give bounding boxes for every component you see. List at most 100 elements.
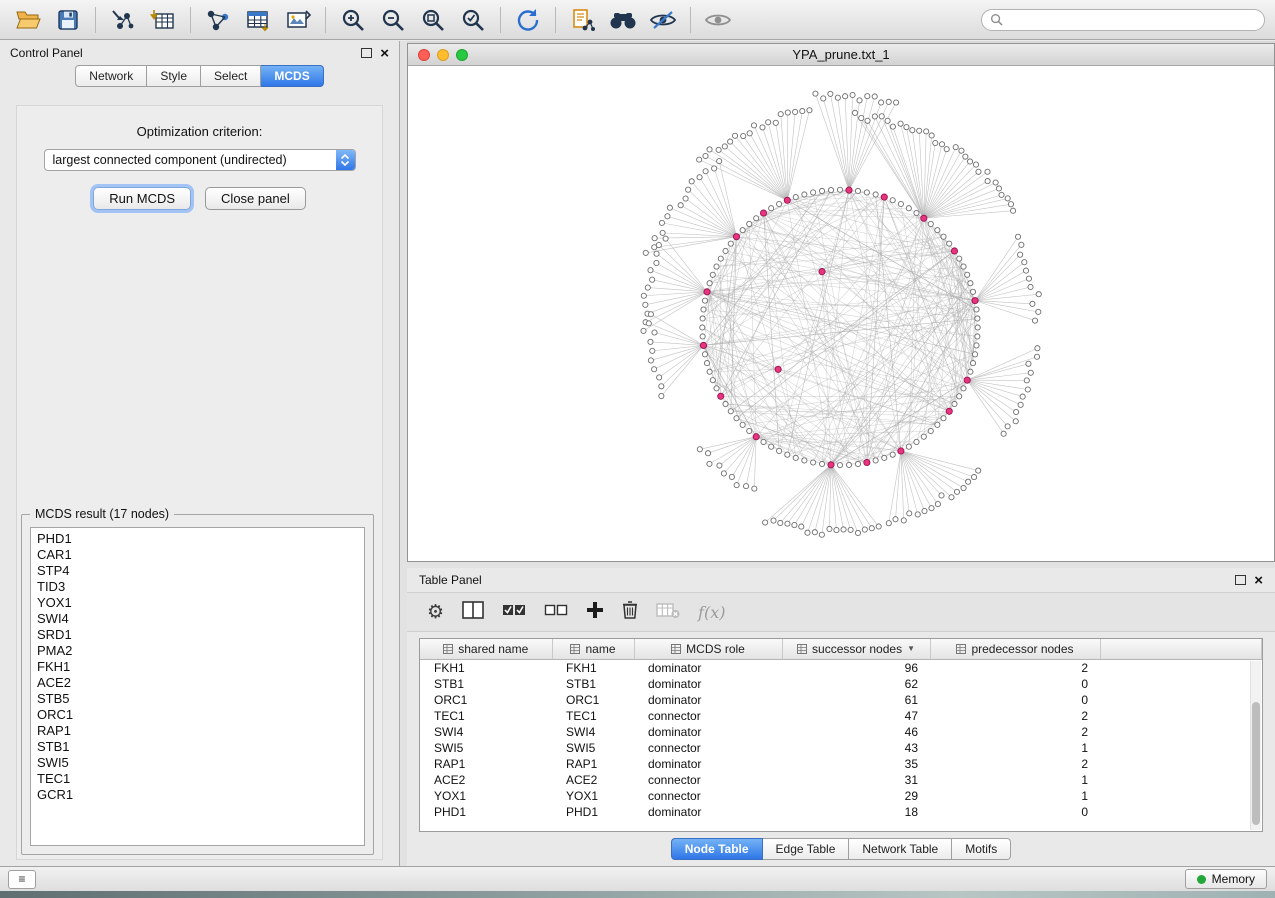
column-header-name[interactable]: name [552,639,634,660]
table-scrollbar[interactable] [1250,661,1261,830]
table-row[interactable]: ORC1ORC1dominator610 [420,692,1262,708]
table-row[interactable]: PHD1PHD1dominator180 [420,804,1262,820]
network-share-icon [205,8,231,32]
plus-icon [586,601,604,619]
status-menu-button[interactable]: ≡ [8,870,36,889]
mcds-result-item[interactable]: TID3 [37,579,358,595]
column-header-predecessor-nodes[interactable]: predecessor nodes [930,639,1100,660]
close-panel-icon[interactable]: × [380,46,389,61]
float-panel-icon[interactable] [361,48,372,58]
control-panel-tabs: Network Style Select MCDS [0,65,399,87]
table-row[interactable]: TEC1TEC1connector472 [420,708,1262,724]
tab-edge-table[interactable]: Edge Table [763,838,850,860]
tab-mcds[interactable]: MCDS [261,65,323,87]
zoom-fit-icon [420,7,446,33]
mcds-result-item[interactable]: ORC1 [37,707,358,723]
show-hidden-button[interactable] [700,4,736,36]
mcds-result-list[interactable]: PHD1CAR1STP4TID3YOX1SWI4SRD1PMA2FKH1ACE2… [30,527,365,846]
zoom-out-button[interactable] [375,4,411,36]
save-session-button[interactable] [50,4,86,36]
table-tabs: Node Table Edge Table Network Table Moti… [407,836,1275,866]
import-network-button[interactable] [105,4,141,36]
new-network-button[interactable] [200,4,236,36]
status-bar: ≡ Memory [0,866,1275,891]
table-row[interactable]: SWI4SWI4dominator462 [420,724,1262,740]
mcds-result-item[interactable]: GCR1 [37,787,358,803]
delete-column-button[interactable] [622,600,638,624]
mcds-result-item[interactable]: TEC1 [37,771,358,787]
document-share-icon [570,7,596,33]
network-canvas[interactable] [408,65,1274,561]
import-table-button[interactable] [145,4,181,36]
network-window-titlebar[interactable]: YPA_prune.txt_1 [408,44,1274,66]
table-row[interactable]: FKH1FKH1dominator962 [420,660,1262,677]
memory-button[interactable]: Memory [1185,869,1267,889]
mcds-result-item[interactable]: SWI4 [37,611,358,627]
close-panel-button[interactable]: Close panel [205,187,306,210]
add-column-button[interactable] [586,601,604,624]
import-table-icon [150,8,176,32]
new-table-button[interactable] [240,4,276,36]
list-icon: ≡ [18,872,25,886]
column-header-shared-name[interactable]: shared name [420,639,552,660]
mcds-result-item[interactable]: STP4 [37,563,358,579]
zoom-fit-button[interactable] [415,4,451,36]
memory-status-icon [1197,875,1206,884]
control-panel-header: Control Panel × [0,41,399,65]
tab-network[interactable]: Network [75,65,147,87]
table-row[interactable]: ACE2ACE2connector311 [420,772,1262,788]
tab-node-table[interactable]: Node Table [671,838,763,860]
mcds-tab-panel: Optimization criterion: largest connecte… [16,105,383,860]
export-image-button[interactable] [280,4,316,36]
close-table-panel-icon[interactable]: × [1254,573,1263,588]
refresh-view-button[interactable] [510,4,546,36]
mcds-result-item[interactable]: ACE2 [37,675,358,691]
table-row[interactable]: SWI5SWI5connector431 [420,740,1262,756]
table-row[interactable]: YOX1YOX1connector291 [420,788,1262,804]
table-scrollbar-thumb[interactable] [1252,702,1260,825]
open-folder-icon [15,8,41,32]
checked-boxes-icon [502,601,526,619]
refresh-icon [515,7,541,33]
global-search[interactable] [981,9,1265,31]
mcds-result-item[interactable]: RAP1 [37,723,358,739]
column-type-icon [443,644,453,654]
mcds-result-item[interactable]: STB1 [37,739,358,755]
find-button[interactable] [605,4,641,36]
mcds-result-item[interactable]: SRD1 [37,627,358,643]
table-row[interactable]: STB1STB1dominator620 [420,676,1262,692]
zoom-in-button[interactable] [335,4,371,36]
toolbar-separator [555,7,556,33]
tab-select[interactable]: Select [201,65,261,87]
run-mcds-button[interactable]: Run MCDS [93,187,191,210]
toolbar-separator [325,7,326,33]
column-header-mcds-role[interactable]: MCDS role [634,639,782,660]
mcds-result-item[interactable]: CAR1 [37,547,358,563]
mcds-result-item[interactable]: STB5 [37,691,358,707]
node-table-body: FKH1FKH1dominator962STB1STB1dominator620… [420,660,1262,821]
zoom-selected-button[interactable] [455,4,491,36]
mcds-result-item[interactable]: SWI5 [37,755,358,771]
show-columns-button[interactable] [462,601,484,624]
mcds-result-item[interactable]: PMA2 [37,643,358,659]
tab-network-table[interactable]: Network Table [849,838,952,860]
open-file-button[interactable] [10,4,46,36]
mcds-result-item[interactable]: PHD1 [37,531,358,547]
search-input[interactable] [1008,12,1256,28]
float-table-panel-icon[interactable] [1235,575,1246,585]
hide-selected-button[interactable] [645,4,681,36]
mcds-result-item[interactable]: FKH1 [37,659,358,675]
column-header-successor-nodes[interactable]: successor nodes▼ [782,639,930,660]
import-network-icon [110,8,136,32]
tab-motifs[interactable]: Motifs [952,838,1011,860]
memory-label: Memory [1212,872,1255,886]
criterion-dropdown[interactable]: largest connected component (undirected) [44,149,356,171]
mcds-result-item[interactable]: YOX1 [37,595,358,611]
table-row[interactable]: RAP1RAP1dominator352 [420,756,1262,772]
select-all-button[interactable] [502,601,526,624]
network-from-selection-button[interactable] [565,4,601,36]
tab-style[interactable]: Style [147,65,201,87]
network-graph[interactable] [408,65,1274,561]
deselect-all-button[interactable] [544,601,568,624]
table-settings-button[interactable]: ⚙ [427,603,444,622]
